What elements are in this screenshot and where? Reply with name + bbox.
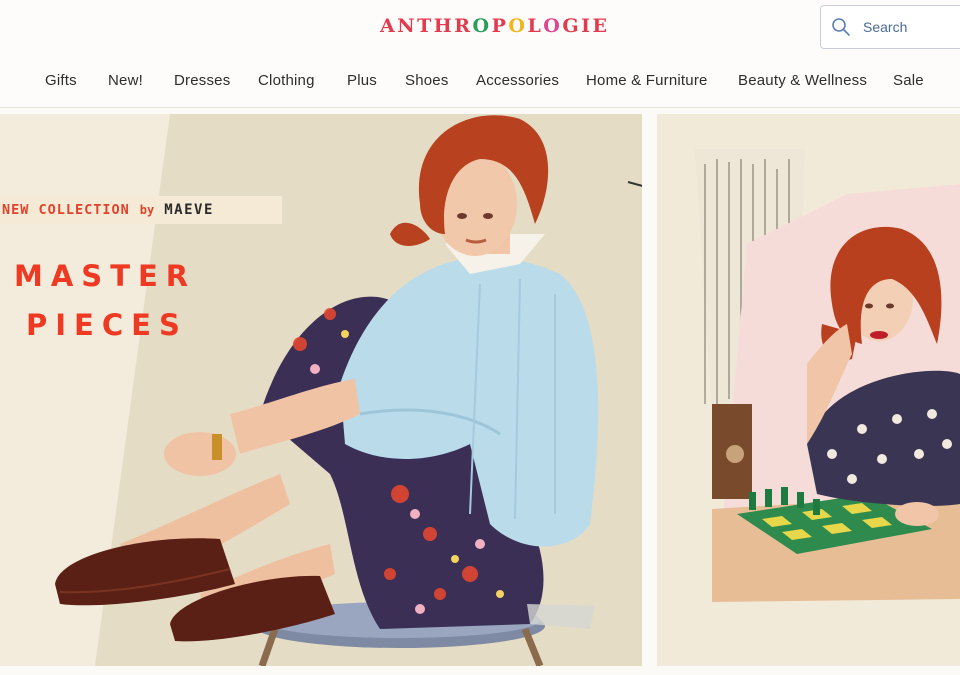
headline-line-2: PIECES: [26, 308, 188, 342]
nav-item-sale[interactable]: Sale: [893, 72, 924, 89]
main-nav: Gifts New! Dresses Clothing Plus Shoes A…: [0, 72, 960, 96]
badge-collection-text: NEW COLLECTION: [2, 202, 130, 218]
new-collection-badge: NEW COLLECTION by MAEVE: [0, 196, 282, 224]
site-header: ANTHROPOLOGIE Gifts New! Dresses Clothin…: [0, 0, 960, 108]
logo-letter: P: [491, 15, 509, 37]
hero-side-banner[interactable]: [657, 114, 960, 666]
nav-item-plus[interactable]: Plus: [347, 72, 377, 89]
nav-item-new[interactable]: New!: [108, 72, 143, 89]
nav-item-gifts[interactable]: Gifts: [45, 72, 77, 89]
nav-item-shoes[interactable]: Shoes: [405, 72, 449, 89]
logo-letter: R: [454, 15, 473, 37]
logo-letter: T: [417, 15, 434, 37]
side-model-chess-illustration: [657, 114, 960, 666]
logo-letter: I: [581, 15, 593, 37]
hero-banner-masterpieces[interactable]: NEW COLLECTION by MAEVE MASTER PIECES: [0, 114, 642, 666]
logo-letter: H: [433, 15, 455, 37]
search-input[interactable]: [863, 19, 960, 35]
logo-letter: A: [380, 15, 398, 37]
logo-letter: O: [543, 15, 563, 37]
nav-item-accessories[interactable]: Accessories: [476, 72, 559, 89]
search-box[interactable]: [820, 5, 960, 49]
logo-letter: O: [472, 15, 492, 37]
nav-item-dresses[interactable]: Dresses: [174, 72, 230, 89]
search-icon[interactable]: [831, 17, 851, 37]
logo-letter: E: [592, 15, 610, 37]
logo-letter: N: [397, 15, 418, 37]
nav-item-clothing[interactable]: Clothing: [258, 72, 315, 89]
logo-letter: O: [508, 15, 528, 37]
logo-letter: L: [527, 15, 544, 37]
nav-item-home-furniture[interactable]: Home & Furniture: [586, 72, 708, 89]
headline-line-1: MASTER: [14, 259, 197, 293]
badge-brand-text: MAEVE: [164, 202, 214, 218]
logo-letter: G: [562, 15, 582, 37]
nav-item-beauty-wellness[interactable]: Beauty & Wellness: [738, 72, 867, 89]
badge-by-text: by: [139, 203, 155, 217]
anthropologie-logo[interactable]: ANTHROPOLOGIE: [380, 14, 609, 38]
